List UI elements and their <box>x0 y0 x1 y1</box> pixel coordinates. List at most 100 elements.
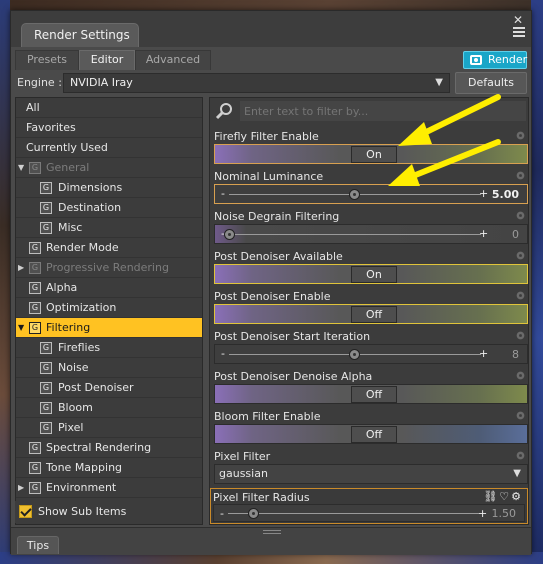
group-icon: G <box>29 322 41 334</box>
tree-item-render-mode[interactable]: G Render Mode <box>16 238 202 258</box>
firefly-filter-toggle-track[interactable]: On <box>214 144 528 164</box>
gear-icon[interactable] <box>515 290 526 301</box>
panel-menu-icon[interactable] <box>513 27 525 37</box>
post-denoiser-available-toggle[interactable]: On <box>351 266 397 283</box>
bloom-filter-toggle-track[interactable]: Off <box>214 424 528 444</box>
resize-grip-icon[interactable] <box>263 530 281 534</box>
tree-item-alpha[interactable]: G Alpha <box>16 278 202 298</box>
tree-item-destination[interactable]: G Destination <box>16 198 202 218</box>
decrement-icon[interactable]: - <box>221 347 225 360</box>
gear-icon[interactable] <box>515 330 526 341</box>
group-icon: G <box>29 482 41 494</box>
defaults-button[interactable]: Defaults <box>455 72 527 94</box>
tree-item-fireflies[interactable]: G Fireflies <box>16 338 202 358</box>
post-denoiser-enable-toggle[interactable]: Off <box>351 306 397 323</box>
bottom-bar: Tips <box>11 527 531 555</box>
expand-arrow-icon[interactable]: ▶ <box>18 258 24 278</box>
decrement-icon[interactable]: - <box>220 507 224 520</box>
tree-item-label: Post Denoiser <box>58 381 134 394</box>
tree-item-filtering[interactable]: ▼ G Filtering <box>16 318 202 338</box>
gear-icon[interactable] <box>515 410 526 421</box>
slider-track[interactable] <box>229 234 481 235</box>
group-icon: G <box>40 422 52 434</box>
filter-input[interactable] <box>240 101 526 121</box>
tree-item-progressive-rendering[interactable]: ▶ G Progressive Rendering <box>16 258 202 278</box>
bloom-filter-toggle[interactable]: Off <box>351 426 397 443</box>
pixel-filter-radius-slider[interactable]: - + 1.50 <box>213 504 525 522</box>
slider-value[interactable]: 8 <box>512 348 519 361</box>
close-icon[interactable]: ✕ <box>513 13 523 27</box>
tree-item-optimization[interactable]: G Optimization <box>16 298 202 318</box>
noise-degrain-slider[interactable]: - + 0 <box>214 224 528 244</box>
nominal-luminance-slider[interactable]: - + 5.00 <box>214 184 528 204</box>
prop-label: Bloom Filter Enable <box>214 410 321 423</box>
tree-item-label: Tone Mapping <box>46 461 123 474</box>
tree-item-environment[interactable]: ▶ G Environment <box>16 478 202 498</box>
property-actions-icon[interactable]: ⛓♡⚙ <box>483 490 523 503</box>
tab-presets[interactable]: Presets <box>15 50 79 70</box>
increment-icon[interactable]: + <box>478 507 487 520</box>
increment-icon[interactable]: + <box>479 347 488 360</box>
slider-knob[interactable] <box>224 229 235 240</box>
gear-icon[interactable] <box>515 450 526 461</box>
gear-icon[interactable] <box>515 210 526 221</box>
tab-editor[interactable]: Editor <box>79 50 135 70</box>
prop-bloom-filter-enable: Bloom Filter Enable Off <box>212 408 528 448</box>
slider-knob[interactable] <box>349 189 360 200</box>
engine-selected-value: NVIDIA Iray <box>70 76 133 89</box>
tree-item-bloom[interactable]: G Bloom <box>16 398 202 418</box>
gear-icon[interactable] <box>515 370 526 381</box>
prop-firefly-filter-enable: Firefly Filter Enable On <box>212 128 528 168</box>
tree-item-currently-used[interactable]: Currently Used <box>16 138 202 158</box>
pixel-filter-select[interactable]: gaussian ▼ <box>214 464 528 484</box>
tree-item-pixel[interactable]: G Pixel <box>16 418 202 438</box>
tree-item-misc[interactable]: G Misc <box>16 218 202 238</box>
slider-value[interactable]: 0 <box>512 228 519 241</box>
expand-arrow-icon[interactable]: ▶ <box>18 478 24 498</box>
post-denoiser-available-toggle-track[interactable]: On <box>214 264 528 284</box>
tree-item-noise[interactable]: G Noise <box>16 358 202 378</box>
slider-knob[interactable] <box>349 349 360 360</box>
group-icon: G <box>29 262 41 274</box>
tree-item-general[interactable]: ▼ G General <box>16 158 202 178</box>
tree-item-dimensions[interactable]: G Dimensions <box>16 178 202 198</box>
show-sub-items-checkbox[interactable] <box>19 505 32 518</box>
expand-arrow-icon[interactable]: ▼ <box>18 158 24 178</box>
category-tree: All Favorites Currently Used ▼ G General… <box>15 97 203 525</box>
decrement-icon[interactable]: - <box>221 187 225 200</box>
firefly-filter-toggle[interactable]: On <box>351 146 397 163</box>
tree-item-favorites[interactable]: Favorites <box>16 118 202 138</box>
increment-icon[interactable]: + <box>479 187 488 200</box>
tree-item-label: Pixel <box>58 421 84 434</box>
tree-item-tone-mapping[interactable]: G Tone Mapping <box>16 458 202 478</box>
group-icon: G <box>40 382 52 394</box>
post-denoiser-denoise-alpha-toggle-track[interactable]: Off <box>214 384 528 404</box>
tips-tab[interactable]: Tips <box>17 536 59 554</box>
slider-value[interactable]: 1.50 <box>492 507 517 520</box>
engine-select[interactable]: NVIDIA Iray ▼ <box>63 73 450 93</box>
post-denoiser-start-iteration-slider[interactable]: - + 8 <box>214 344 528 364</box>
tree-item-spectral-rendering[interactable]: G Spectral Rendering <box>16 438 202 458</box>
render-button[interactable]: Render <box>463 51 527 69</box>
expand-arrow-icon[interactable]: ▼ <box>18 318 24 338</box>
tree-item-label: Render Mode <box>46 241 119 254</box>
tree-item-label: Optimization <box>46 301 117 314</box>
prop-label: Nominal Luminance <box>214 170 324 183</box>
post-denoiser-denoise-alpha-toggle[interactable]: Off <box>351 386 397 403</box>
slider-knob[interactable] <box>248 508 259 519</box>
chevron-down-icon: ▼ <box>513 468 521 479</box>
tree-item-post-denoiser[interactable]: G Post Denoiser <box>16 378 202 398</box>
prop-label: Post Denoiser Enable <box>214 290 331 303</box>
tree-item-all[interactable]: All <box>16 98 202 118</box>
gear-icon[interactable] <box>515 170 526 181</box>
post-denoiser-enable-toggle-track[interactable]: Off <box>214 304 528 324</box>
gear-icon[interactable] <box>515 250 526 261</box>
search-icon[interactable] <box>214 101 236 121</box>
panel-title-tab[interactable]: Render Settings <box>21 23 139 47</box>
tree-item-label: Currently Used <box>26 141 108 154</box>
slider-value[interactable]: 5.00 <box>492 188 519 201</box>
tab-advanced[interactable]: Advanced <box>135 50 211 70</box>
increment-icon[interactable]: + <box>479 227 488 240</box>
gear-icon[interactable] <box>515 130 526 141</box>
slider-track[interactable] <box>228 513 480 514</box>
